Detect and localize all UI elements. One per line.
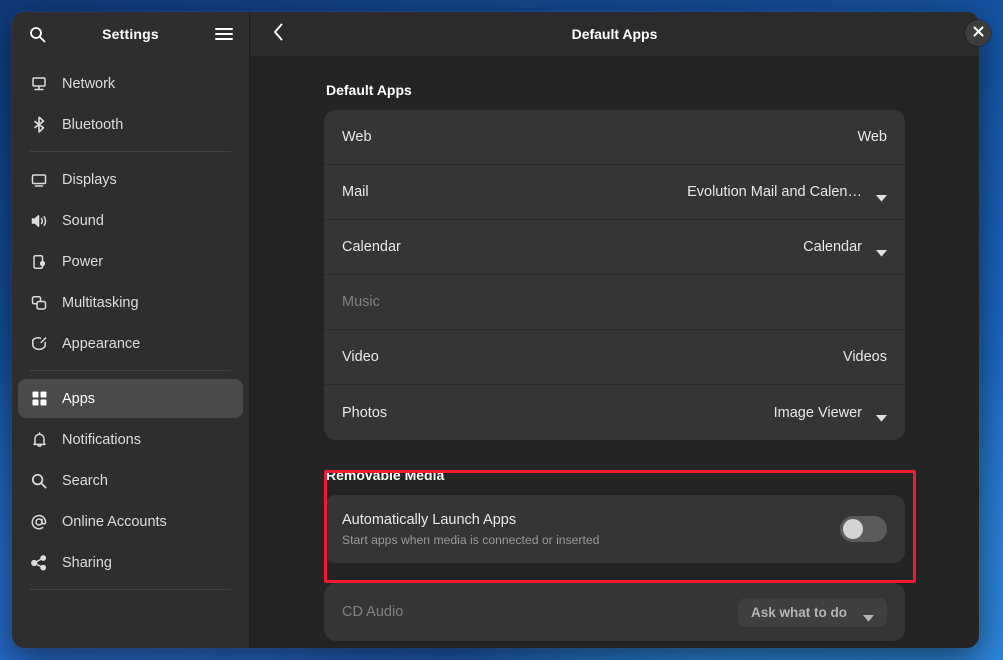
bell-icon [30,431,48,449]
row-video[interactable]: Video Videos [324,330,905,385]
power-battery-icon [30,253,48,271]
at-sign-icon [30,513,48,531]
chevron-left-icon [273,23,284,46]
row-value-wrap[interactable]: Calendar [803,239,887,257]
close-icon [973,24,984,42]
network-wired-icon [30,75,48,93]
sidebar-item-apps[interactable]: Apps [18,379,243,418]
sidebar-nav: Network Bluetooth Displays Sound Power M… [12,56,249,648]
hamburger-menu-icon[interactable] [211,21,237,47]
sidebar-item-search[interactable]: Search [18,461,243,500]
search-icon [30,472,48,490]
sidebar-item-label: Bluetooth [62,116,124,133]
row-value-wrap[interactable]: Image Viewer [773,404,887,422]
sidebar-item-label: Sharing [62,554,112,571]
sidebar-item-label: Online Accounts [62,513,167,530]
row-photos[interactable]: Photos Image Viewer [324,385,905,440]
toggle-knob [843,519,863,539]
sidebar-item-label: Multitasking [62,294,139,311]
sidebar-item-label: Search [62,472,108,489]
row-label: Video [342,349,379,365]
chevron-down-icon[interactable] [876,244,887,257]
search-icon[interactable] [24,21,50,47]
content-header: Default Apps [250,12,979,56]
sidebar-item-label: Sound [62,212,104,229]
chevron-down-icon[interactable] [876,409,887,422]
sidebar-item-label: Power [62,253,104,270]
row-value-wrap: Videos [843,349,887,365]
settings-scroll-area[interactable]: Default Apps Web Web Mail Evolution Mail… [250,56,979,648]
default-apps-card: Web Web Mail Evolution Mail and Calen… C… [324,110,905,440]
row-value: Evolution Mail and Calen… [687,184,862,200]
row-value: Videos [842,349,887,365]
sidebar-divider [30,589,231,590]
sidebar-divider [30,370,231,371]
row-label: CD Audio [342,604,404,620]
sidebar-item-online-accounts[interactable]: Online Accounts [18,502,243,541]
row-mail[interactable]: Mail Evolution Mail and Calen… [324,165,905,220]
row-subtitle: Start apps when media is connected or in… [342,533,600,548]
row-value: Image Viewer [773,404,862,421]
sidebar: Settings Network Bluetooth Displays Soun… [12,12,250,648]
settings-window: Settings Network Bluetooth Displays Soun… [12,12,979,648]
removable-media-card: Automatically Launch Apps Start apps whe… [324,495,905,563]
chevron-down-icon[interactable] [876,189,887,202]
appearance-brush-icon [30,335,48,353]
row-value-wrap[interactable]: Evolution Mail and Calen… [687,184,887,202]
sidebar-item-displays[interactable]: Displays [18,160,243,199]
sidebar-item-network[interactable]: Network [18,64,243,103]
sidebar-item-sharing[interactable]: Sharing [18,543,243,582]
chevron-down-icon [863,609,874,622]
row-label: Music [342,294,380,310]
sidebar-header: Settings [12,12,249,56]
close-button[interactable] [965,20,991,46]
sound-speaker-icon [30,212,48,230]
sidebar-item-notifications[interactable]: Notifications [18,420,243,459]
content-panel: Default Apps Default Apps Web Web Mail E… [250,12,979,648]
row-label: Mail [342,184,369,200]
cd-audio-dropdown[interactable]: Ask what to do [737,597,887,627]
row-web[interactable]: Web Web [324,110,905,165]
row-value-wrap: Web [857,129,887,145]
removable-media-section-title: Removable Media [326,467,445,483]
row-cd-audio: CD Audio Ask what to do [324,583,905,641]
row-label: Calendar [342,239,401,255]
bluetooth-icon [30,116,48,134]
sidebar-title: Settings [102,26,159,42]
row-value: Calendar [803,239,862,255]
row-title: Automatically Launch Apps [342,511,517,528]
sidebar-divider [30,151,231,152]
sidebar-item-label: Network [62,75,116,92]
row-calendar[interactable]: Calendar Calendar [324,220,905,275]
default-apps-section-title: Default Apps [326,82,412,98]
sidebar-item-label: Appearance [62,335,141,352]
apps-grid-icon [30,390,48,408]
sidebar-item-label: Displays [62,171,117,188]
row-music: Music [324,275,905,330]
row-automatically-launch-apps[interactable]: Automatically Launch Apps Start apps whe… [324,495,905,563]
row-text: Automatically Launch Apps Start apps whe… [342,511,599,548]
page-title: Default Apps [571,26,658,42]
automatically-launch-apps-toggle[interactable] [840,516,887,542]
multitasking-windows-icon [30,294,48,312]
sidebar-item-sound[interactable]: Sound [18,201,243,240]
display-icon [30,171,48,189]
dropdown-label: Ask what to do [750,604,847,620]
share-nodes-icon [30,554,48,572]
sidebar-item-label: Notifications [62,431,141,448]
sidebar-item-appearance[interactable]: Appearance [18,324,243,363]
cd-audio-card: CD Audio Ask what to do [324,583,905,641]
sidebar-item-multitasking[interactable]: Multitasking [18,283,243,322]
sidebar-item-bluetooth[interactable]: Bluetooth [18,105,243,144]
sidebar-item-power[interactable]: Power [18,242,243,281]
sidebar-item-label: Apps [62,390,96,407]
row-label: Web [342,129,372,145]
row-label: Photos [342,404,388,421]
back-button[interactable] [264,20,292,48]
row-value: Web [857,129,887,145]
